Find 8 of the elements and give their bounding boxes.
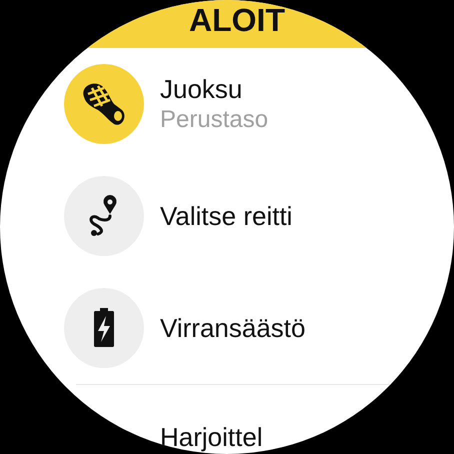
menu-item-title[interactable]: Virransäästö (160, 312, 306, 344)
shoe-icon (64, 64, 144, 144)
menu-item-title[interactable]: Valitse reitti (160, 200, 292, 232)
menu-item-title[interactable]: Harjoittel (160, 421, 263, 454)
route-icon (64, 176, 144, 256)
battery-charging-icon (64, 288, 144, 368)
menu-item-title[interactable]: Juoksu (160, 72, 268, 106)
menu-item-subtitle: Perustaso (160, 105, 268, 136)
